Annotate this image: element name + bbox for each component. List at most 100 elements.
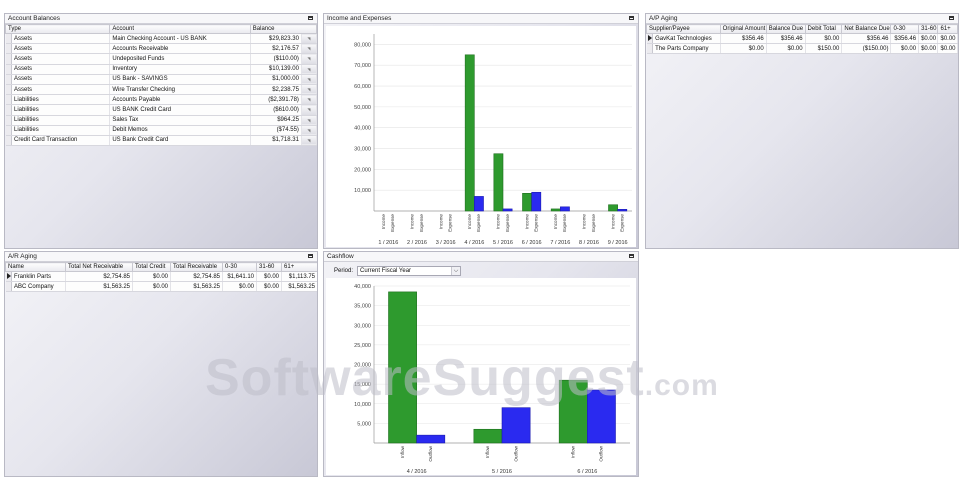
- drilldown-icon[interactable]: ◥: [301, 125, 317, 136]
- bar-label: Income: [381, 214, 386, 230]
- bar-label: Expense: [591, 214, 596, 232]
- table-cell: ABC Company: [11, 281, 67, 293]
- bar-label: Income: [610, 214, 615, 230]
- maximize-icon[interactable]: [629, 16, 634, 20]
- table-row[interactable]: Assets Main Checking Account - US BANK $29…: [5, 33, 317, 45]
- drilldown-icon[interactable]: ◥: [301, 84, 317, 96]
- drilldown-icon[interactable]: ◥: [301, 94, 317, 106]
- table-row[interactable]: Assets Undeposited Funds ($110.00) ◥: [5, 53, 317, 65]
- bar-label: Income: [496, 214, 501, 230]
- table-cell: $1,563.25: [170, 281, 224, 293]
- column-header-debit-total[interactable]: Debit Total: [804, 24, 843, 34]
- table-row[interactable]: GavKat Technologies $356.46 $356.46 $0.00 $3…: [646, 33, 958, 45]
- table-row[interactable]: Assets Accounts Receivable $2,176.57 ◥: [5, 43, 317, 55]
- bar-income: [608, 204, 618, 212]
- table-cell: $0.00: [918, 43, 939, 55]
- table-row[interactable]: ABC Company $1,563.25 $0.00 $1,563.25 $0.00 $…: [5, 281, 317, 293]
- ar-aging-panel: A/R Aging Name Total Net Receivable Tota…: [4, 251, 318, 477]
- bar-outflow: [587, 389, 616, 444]
- table-cell: $1,000.00: [250, 74, 302, 85]
- table-row[interactable]: Credit Card Transaction US Bank Credit Ca…: [5, 135, 317, 147]
- column-header-supplier[interactable]: Supplier/Payee: [646, 24, 721, 34]
- x-category-label: 2 / 2016: [407, 240, 427, 246]
- drilldown-icon[interactable]: ◥: [301, 53, 317, 65]
- table-cell: $0.00: [918, 33, 939, 45]
- table-row[interactable]: Liabilities US BANK Credit Card ($610.00) ◥: [5, 104, 317, 116]
- panel-header: A/P Aging: [646, 14, 958, 24]
- column-header-total-receivable[interactable]: Total Receivable: [170, 262, 224, 272]
- period-select[interactable]: Current Fiscal Year ⌵: [357, 265, 462, 276]
- y-tick-label: 50,000: [354, 105, 371, 111]
- account-balances-table: Type Account Balance Assets Main Checking…: [5, 24, 317, 147]
- table-row[interactable]: Assets US Bank - SAVINGS $1,000.00 ◥: [5, 74, 317, 85]
- table-cell: US Bank - SAVINGS: [109, 74, 251, 85]
- bar-expense: [474, 196, 484, 212]
- column-header-original-amount[interactable]: Original Amount: [719, 24, 767, 34]
- bar-income: [522, 193, 532, 212]
- column-header-0-30[interactable]: 0-30: [890, 24, 920, 34]
- table-cell: Accounts Payable: [109, 94, 251, 106]
- table-cell: $356.46: [841, 33, 892, 45]
- bar-inflow: [558, 379, 588, 444]
- bar-label: Income: [582, 214, 587, 230]
- column-header-total-net-receivable[interactable]: Total Net Receivable: [65, 262, 134, 272]
- x-category-label: 6 / 2016: [577, 469, 597, 475]
- column-header-61-plus[interactable]: 61+: [937, 24, 958, 34]
- bar-label: Income: [467, 214, 472, 230]
- column-header-0-30[interactable]: 0-30: [222, 262, 258, 272]
- table-row[interactable]: Franklin Parts $2,754.85 $0.00 $2,754.85 $1,…: [5, 271, 317, 283]
- table-cell: $10,139.00: [250, 64, 302, 75]
- table-row[interactable]: Assets Wire Transfer Checking $2,238.75 ◥: [5, 84, 317, 96]
- column-header-name[interactable]: Name: [5, 262, 67, 272]
- maximize-icon[interactable]: [308, 254, 313, 258]
- table-cell: Assets: [11, 64, 111, 75]
- bar-label: Expense: [476, 214, 481, 232]
- column-header-net-balance-due[interactable]: Net Balance Due: [841, 24, 892, 34]
- column-header-61-plus[interactable]: 61+: [281, 262, 317, 272]
- bar-label: Expense: [533, 214, 538, 232]
- column-header-31-60[interactable]: 31-60: [256, 262, 283, 272]
- column-header-31-60[interactable]: 31-60: [918, 24, 939, 34]
- drilldown-icon[interactable]: ◥: [301, 135, 317, 147]
- maximize-icon[interactable]: [949, 16, 954, 20]
- table-cell: $0.00: [805, 33, 843, 45]
- table-cell: $356.46: [720, 33, 767, 45]
- column-header-account[interactable]: Account: [109, 24, 251, 34]
- table-row[interactable]: The Parts Company $0.00 $0.00 $150.00 ($150.…: [646, 43, 958, 55]
- bar-label: Expense: [447, 214, 452, 232]
- column-header-balance[interactable]: Balance: [249, 24, 317, 34]
- drilldown-icon[interactable]: ◥: [301, 33, 317, 45]
- maximize-icon[interactable]: [308, 16, 313, 20]
- table-cell: Assets: [11, 43, 111, 55]
- table-cell: Credit Card Transaction: [11, 135, 111, 147]
- income-expenses-chart-area: 10,000 20,000 30,000 40,000 50,000 60,000 70,0…: [326, 26, 636, 247]
- table-cell: The Parts Company: [652, 43, 721, 55]
- drilldown-icon[interactable]: ◥: [301, 104, 317, 116]
- table-row[interactable]: Liabilities Accounts Payable ($2,391.78) ◥: [5, 94, 317, 106]
- bar-expense: [502, 208, 513, 212]
- column-header-total-credit[interactable]: Total Credit: [132, 262, 172, 272]
- table-cell: $0.00: [222, 281, 258, 293]
- column-header-balance-due[interactable]: Balance Due: [765, 24, 806, 34]
- period-value: Current Fiscal Year: [360, 267, 412, 274]
- table-row[interactable]: Liabilities Sales Tax $964.25 ◥: [5, 115, 317, 126]
- drilldown-icon[interactable]: ◥: [301, 64, 317, 75]
- y-tick-label: 20,000: [354, 363, 371, 369]
- table-row[interactable]: Assets Inventory $10,139.00 ◥: [5, 64, 317, 75]
- x-category-label: 9 / 2016: [608, 240, 628, 246]
- drilldown-icon[interactable]: ◥: [301, 115, 317, 126]
- table-cell: Liabilities: [11, 115, 111, 126]
- y-tick-label: 25,000: [354, 343, 371, 349]
- drilldown-icon[interactable]: ◥: [301, 43, 317, 55]
- y-tick-label: 80,000: [354, 42, 371, 48]
- maximize-icon[interactable]: [629, 254, 634, 258]
- drilldown-icon[interactable]: ◥: [301, 74, 317, 85]
- cashflow-chart-area: 5,000 10,000 15,000 20,000 25,000 30,000 35,00…: [326, 278, 636, 475]
- table-row[interactable]: Liabilities Debit Memos ($74.55) ◥: [5, 125, 317, 136]
- bar-inflow: [388, 291, 417, 444]
- bar-label: Inflow: [485, 445, 490, 458]
- bar-label: Outflow: [599, 445, 604, 461]
- chevron-down-icon[interactable]: ⌵: [451, 266, 461, 275]
- column-header-type[interactable]: Type: [5, 24, 111, 34]
- bar-label: Expense: [419, 214, 424, 232]
